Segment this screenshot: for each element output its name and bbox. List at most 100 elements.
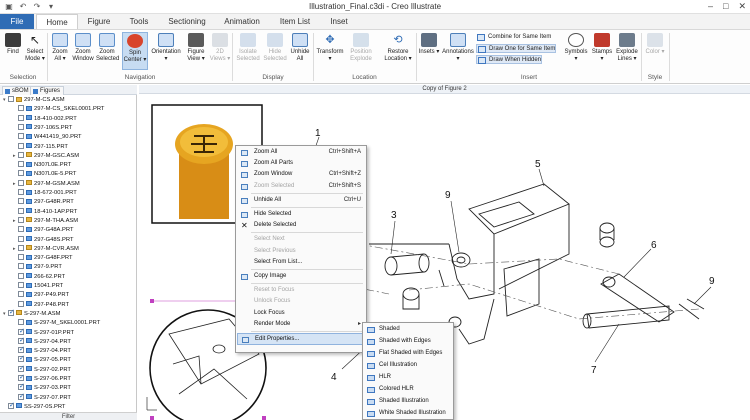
visibility-checkbox[interactable] xyxy=(18,354,25,364)
visibility-checkbox[interactable] xyxy=(8,308,15,317)
tree-item[interactable]: ▸ 297-M-CVR.ASM xyxy=(13,244,79,254)
visibility-checkbox[interactable] xyxy=(18,263,24,270)
visibility-checkbox[interactable] xyxy=(18,105,24,112)
2d-views-button[interactable]: 2D Views ▾ xyxy=(209,32,231,70)
visibility-checkbox[interactable] xyxy=(18,244,24,251)
menu-item-edit-properties[interactable]: Edit Properties... xyxy=(237,333,365,345)
tree-item[interactable]: 297-G48S.PRT xyxy=(13,235,74,245)
tree-item[interactable]: 297-G48R.PRT xyxy=(13,198,74,207)
tree-item[interactable]: 297-9.PRT xyxy=(13,263,62,272)
tree-item[interactable]: S-297-M_SKEL0001.PRT xyxy=(13,319,100,328)
visibility-checkbox[interactable] xyxy=(18,345,25,354)
menu-item-zoom-all[interactable]: Zoom All Ctrl+Shift+A xyxy=(237,147,365,159)
tab-item-list[interactable]: Item List xyxy=(270,14,320,29)
visibility-checkbox[interactable] xyxy=(18,198,24,205)
visibility-checkbox[interactable] xyxy=(8,401,15,410)
menu-item-select-next[interactable]: Select Next xyxy=(237,234,365,246)
visibility-checkbox[interactable] xyxy=(18,392,25,401)
tree-item[interactable]: 297-G48F.PRT xyxy=(13,254,73,263)
close-button[interactable]: ✕ xyxy=(738,1,746,12)
symbols-button[interactable]: Symbols ▾ xyxy=(563,32,589,70)
spin-center-button[interactable]: Spin Center ▾ xyxy=(122,32,148,70)
visibility-checkbox[interactable] xyxy=(8,96,14,102)
tree-item[interactable]: 18-410-1AP.PRT xyxy=(13,207,77,217)
menu-item-unhide-all[interactable]: Unhide All Ctrl+U xyxy=(237,195,365,207)
render-mode-hlr[interactable]: HLR xyxy=(364,372,452,384)
restore-location-button[interactable]: ⟲ Restore Location ▾ xyxy=(382,32,414,70)
menu-item-zoom-all-parts[interactable]: Zoom All Parts xyxy=(237,158,365,170)
filter-bar[interactable]: Filter xyxy=(0,412,137,420)
visibility-checkbox[interactable] xyxy=(18,364,25,373)
visibility-checkbox[interactable] xyxy=(18,319,24,326)
insets-button[interactable]: Insets ▾ xyxy=(418,32,440,70)
render-mode-shaded-with-edges[interactable]: Shaded with Edges xyxy=(364,336,452,348)
tab-sectioning[interactable]: Sectioning xyxy=(160,14,214,29)
visibility-checkbox[interactable] xyxy=(18,151,24,158)
draw-one-same-item-toggle[interactable]: Draw One for Same Item xyxy=(476,44,557,53)
tree-item[interactable]: ▸ 297-M-THA.ASM xyxy=(13,216,78,226)
combine-same-item-toggle[interactable]: Combine for Same Item xyxy=(476,33,551,42)
orientation-button[interactable]: Orientation ▾ xyxy=(151,32,181,70)
maximize-button[interactable]: □ xyxy=(723,1,728,12)
visibility-checkbox[interactable] xyxy=(18,179,24,186)
tree-item[interactable]: SS-297-0S.PRT xyxy=(3,401,65,412)
tab-figure[interactable]: Figure xyxy=(80,14,118,29)
visibility-checkbox[interactable] xyxy=(18,207,24,214)
tree-item[interactable]: 266-62.PRT xyxy=(13,272,65,282)
select-mode-button[interactable]: ↖ Select Mode ▾ xyxy=(24,32,46,70)
callout-7[interactable]: 7 xyxy=(591,365,597,376)
menu-item-select-previous[interactable]: Select Previous xyxy=(237,246,365,258)
visibility-checkbox[interactable] xyxy=(18,114,24,121)
tab-animation[interactable]: Animation xyxy=(216,14,268,29)
position-explode-button[interactable]: Position Explode xyxy=(348,32,374,70)
tree-item[interactable]: 297-M-CS_SKEL0001.PRT xyxy=(13,105,104,114)
callout-3[interactable]: 3 xyxy=(391,210,397,221)
unhide-all-button[interactable]: Unhide All xyxy=(289,32,311,70)
visibility-checkbox[interactable] xyxy=(18,142,24,149)
callout-5[interactable]: 5 xyxy=(535,159,541,170)
tree-item[interactable]: 297-P49.PRT xyxy=(13,291,69,300)
menu-item-zoom-window[interactable]: Zoom Window Ctrl+Shift+Z xyxy=(237,169,365,181)
visibility-checkbox[interactable] xyxy=(18,161,24,168)
tree-item[interactable]: N307L0E-5.PRT xyxy=(13,170,76,179)
visibility-checkbox[interactable] xyxy=(18,291,24,298)
visibility-checkbox[interactable] xyxy=(18,327,25,336)
menu-item-reset-to-focus[interactable]: Reset to Focus xyxy=(237,285,365,297)
transform-button[interactable]: ✥ Transform ▾ xyxy=(315,32,345,70)
visibility-checkbox[interactable] xyxy=(18,189,24,195)
stamps-button[interactable]: Stamps ▾ xyxy=(590,32,614,70)
visibility-checkbox[interactable] xyxy=(18,382,25,392)
visibility-checkbox[interactable] xyxy=(18,336,25,345)
tree-item[interactable]: 297-115.PRT xyxy=(13,142,68,152)
hide-selected-button[interactable]: Hide Selected xyxy=(262,32,288,70)
tab-sbom[interactable]: sBOM xyxy=(2,86,33,95)
visibility-checkbox[interactable] xyxy=(18,133,24,140)
visibility-checkbox[interactable] xyxy=(18,282,24,288)
tab-inset[interactable]: Inset xyxy=(322,14,356,29)
visibility-checkbox[interactable] xyxy=(18,300,24,307)
zoom-selected-button[interactable]: Zoom Selected xyxy=(96,32,119,70)
tree-item[interactable]: 15041.PRT xyxy=(13,282,63,291)
callout-9-left[interactable]: 9 xyxy=(445,190,451,201)
draw-when-hidden-toggle[interactable]: Draw When Hidden xyxy=(476,55,543,64)
tree-item[interactable]: W441419_90.PRT xyxy=(13,133,82,142)
tree-item[interactable]: 297-G48A.PRT xyxy=(13,226,74,235)
color-button[interactable]: Color ▾ xyxy=(644,32,666,70)
visibility-checkbox[interactable] xyxy=(18,272,24,279)
callout-4[interactable]: 4 xyxy=(331,372,337,383)
visibility-checkbox[interactable] xyxy=(18,123,24,130)
render-mode-colored-hlr[interactable]: Colored HLR xyxy=(364,384,452,396)
menu-item-select-from-list[interactable]: Select From List... xyxy=(237,257,365,269)
visibility-checkbox[interactable] xyxy=(18,170,24,177)
tree-item[interactable]: 297-106S.PRT xyxy=(13,123,72,133)
find-button[interactable]: Find xyxy=(2,32,24,70)
visibility-checkbox[interactable] xyxy=(18,373,25,382)
tree-item[interactable]: ▾ 297-M-CS.ASM xyxy=(3,96,65,105)
tree-item[interactable]: 18-672-001.PRT xyxy=(13,189,77,198)
tab-tools[interactable]: Tools xyxy=(120,14,158,29)
menu-item-lock-focus[interactable]: Lock Focus xyxy=(237,308,365,320)
menu-item-copy-image[interactable]: Copy Image xyxy=(237,271,365,283)
render-mode-cel-illustration[interactable]: Cel Illustration xyxy=(364,360,452,372)
tab-home[interactable]: Home xyxy=(36,14,78,29)
zoom-window-button[interactable]: Zoom Window xyxy=(72,32,94,70)
